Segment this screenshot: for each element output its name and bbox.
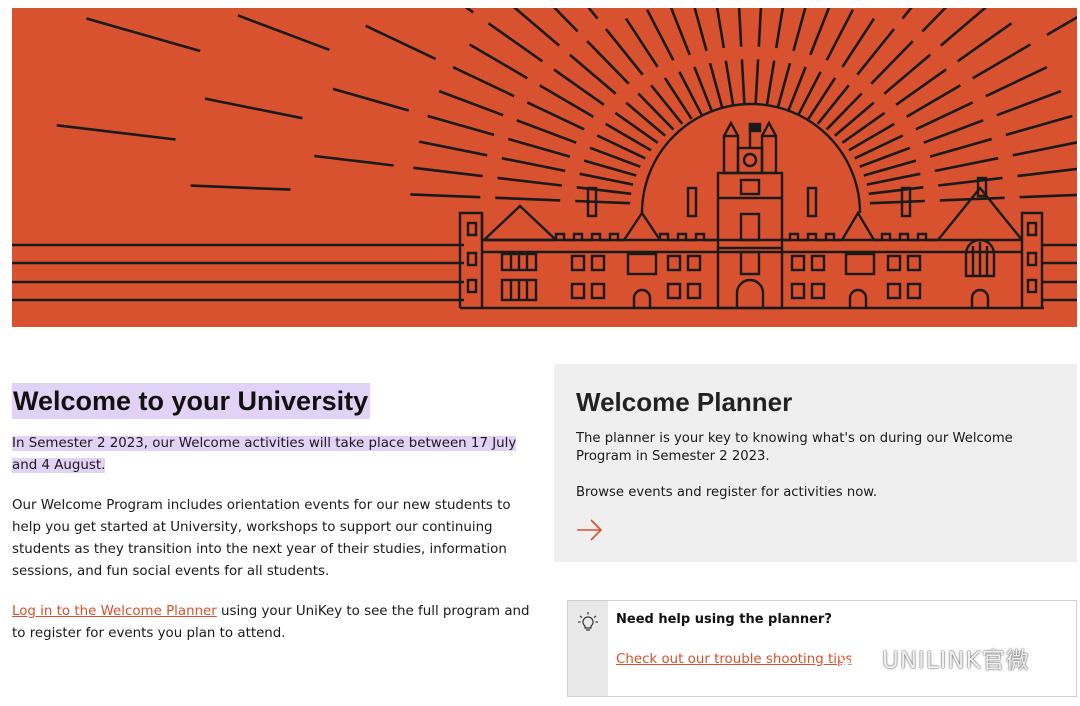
login-instructions: Log in to the Welcome Planner using your… [12, 601, 542, 645]
welcome-planner-card: Welcome Planner The planner is your key … [554, 364, 1077, 562]
planner-title: Welcome Planner [576, 387, 793, 417]
planner-cta-text: Browse events and register for activitie… [576, 485, 878, 500]
help-icon-column [568, 601, 608, 696]
hero-banner [12, 8, 1077, 327]
welcome-intro-section: Welcome to your University In Semester 2… [12, 383, 542, 645]
page-title: Welcome to your University [12, 383, 371, 419]
welcome-planner-login-link[interactable]: Log in to the Welcome Planner [12, 604, 217, 619]
page: Welcome to your University In Semester 2… [0, 0, 1080, 706]
lightbulb-icon [578, 612, 598, 631]
program-description: Our Welcome Program includes orientation… [12, 498, 511, 579]
semester-dates-highlight: In Semester 2 2023, our Welcome activiti… [12, 436, 517, 473]
university-sunrise-illustration [12, 8, 1077, 327]
wechat-icon [839, 645, 873, 673]
planner-description: The planner is your key to knowing what'… [576, 431, 1013, 464]
watermark: UNILINK官微 [836, 640, 1030, 676]
trouble-shooting-tips-link[interactable]: Check out our trouble shooting tips [616, 651, 852, 669]
arrow-right-icon [577, 519, 603, 541]
help-heading: Need help using the planner? [616, 612, 832, 627]
planner-arrow-button[interactable] [576, 518, 604, 542]
watermark-text: UNILINK官微 [882, 648, 1030, 674]
semester-dates-text: In Semester 2 2023, our Welcome activiti… [12, 433, 542, 477]
